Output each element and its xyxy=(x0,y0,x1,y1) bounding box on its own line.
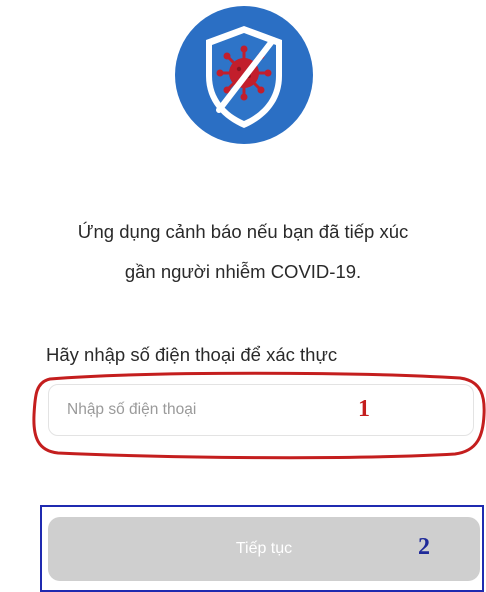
app-logo xyxy=(175,6,313,144)
annotation-number-2: 2 xyxy=(418,534,430,560)
annotation-number-1: 1 xyxy=(358,396,370,422)
phone-prompt-label: Hãy nhập số điện thoại để xác thực xyxy=(46,344,338,365)
phone-number-input[interactable] xyxy=(48,384,474,436)
continue-button[interactable]: Tiếp tục xyxy=(48,517,480,581)
warning-message-line-2: gần người nhiễm COVID-19. xyxy=(124,261,362,282)
warning-message-line-1: Ứng dụng cảnh báo nếu bạn đã tiếp xúc xyxy=(77,221,409,242)
shield-virus-icon xyxy=(175,6,313,144)
